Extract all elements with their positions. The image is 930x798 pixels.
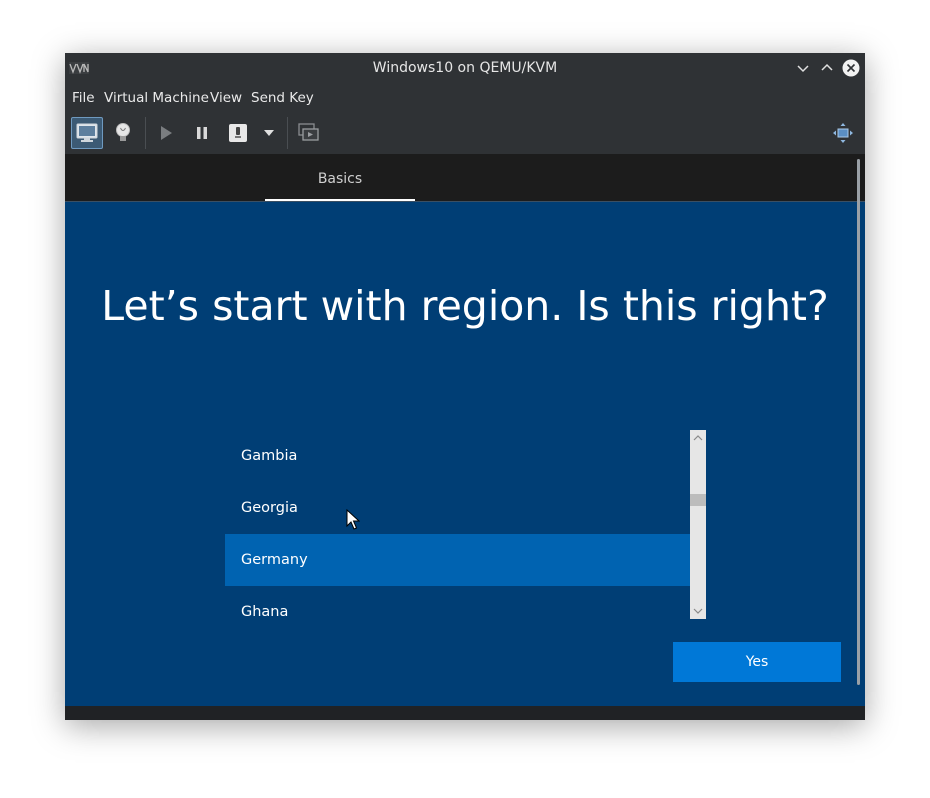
shutdown-button[interactable] [226, 118, 250, 148]
title-bar[interactable]: Windows10 on QEMU/KVM [65, 53, 865, 83]
menu-bar: File Virtual Machine View Send Key [65, 83, 865, 113]
menu-send-key[interactable]: Send Key [251, 90, 314, 106]
chevron-down-icon [264, 130, 274, 136]
menu-file[interactable]: File [72, 90, 95, 106]
vm-display-scrollbar[interactable] [857, 159, 860, 685]
pause-button[interactable] [190, 118, 214, 148]
menu-virtual-machine[interactable]: Virtual Machine [104, 90, 209, 106]
yes-button[interactable]: Yes [673, 642, 841, 682]
scroll-down-button[interactable] [690, 603, 706, 619]
scrollbar-thumb[interactable] [690, 494, 706, 506]
toolbar-separator [287, 117, 288, 149]
run-button[interactable] [154, 118, 178, 148]
oobe-header: Basics [65, 154, 865, 201]
snapshots-button[interactable] [296, 118, 322, 148]
chevron-up-icon [693, 435, 703, 441]
maximize-button[interactable] [818, 59, 836, 77]
region-list-scrollbar[interactable] [690, 430, 706, 619]
menu-view[interactable]: View [210, 90, 242, 106]
region-item-germany[interactable]: Germany [225, 534, 690, 586]
monitor-icon [76, 123, 98, 142]
region-list[interactable]: Gambia Georgia Germany Ghana [225, 430, 690, 619]
fullscreen-icon [833, 123, 853, 143]
play-icon [161, 126, 172, 140]
page-title: Let’s start with region. Is this right? [101, 282, 829, 330]
shutdown-menu-button[interactable] [260, 118, 278, 148]
fullscreen-button[interactable] [831, 118, 855, 148]
region-item-gambia[interactable]: Gambia [225, 430, 690, 482]
window-title: Windows10 on QEMU/KVM [372, 60, 558, 76]
snapshot-icon [298, 123, 319, 141]
region-item-ghana[interactable]: Ghana [225, 586, 690, 619]
power-icon [229, 124, 247, 142]
chevron-down-icon [693, 608, 703, 614]
guest-display[interactable]: Basics Let’s start with region. Is this … [65, 154, 865, 706]
minimize-button[interactable] [794, 59, 812, 77]
mouse-cursor-icon [346, 509, 360, 530]
close-button[interactable] [842, 59, 860, 77]
pause-icon [197, 127, 207, 139]
details-view-button[interactable] [111, 118, 135, 148]
console-view-button[interactable] [71, 117, 103, 149]
vm-window: Windows10 on QEMU/KVM File Virtual Machi… [65, 53, 865, 720]
lightbulb-icon [116, 123, 130, 141]
toolbar-separator [145, 117, 146, 149]
toolbar [65, 113, 865, 154]
region-item-georgia[interactable]: Georgia [225, 482, 690, 534]
status-bar [65, 706, 865, 720]
scroll-up-button[interactable] [690, 430, 706, 446]
tab-basics: Basics [265, 154, 415, 201]
header-divider [65, 201, 865, 202]
